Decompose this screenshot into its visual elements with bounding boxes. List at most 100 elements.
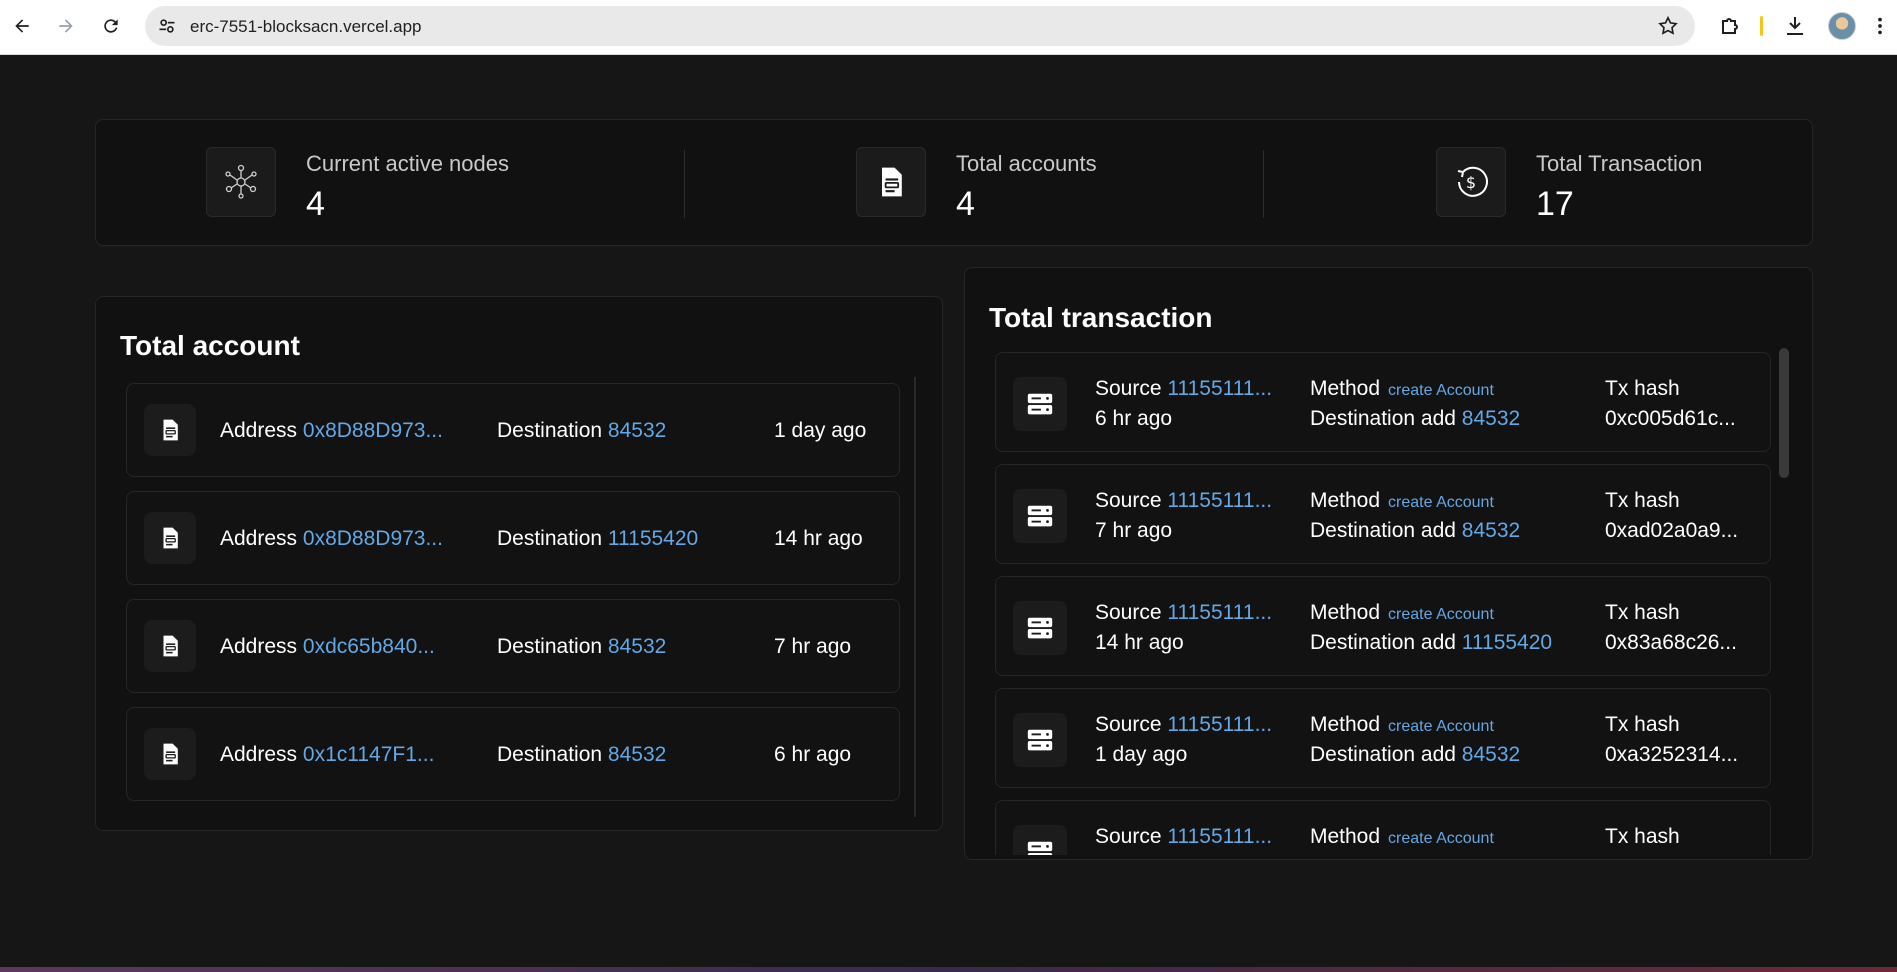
destination-link[interactable]: 84532 <box>1462 407 1520 430</box>
toolbar-divider <box>1760 16 1763 36</box>
menu-button[interactable] <box>1872 13 1888 39</box>
account-time: 6 hr ago <box>774 743 852 766</box>
destination-label: Destination <box>497 635 603 658</box>
bookmark-star-icon[interactable] <box>1657 15 1679 37</box>
address-link[interactable]: 0x1c1147F1... <box>303 743 435 766</box>
tx-source: Source 11155111... <box>1095 713 1272 737</box>
address-bar[interactable]: erc-7551-blocksacn.vercel.app <box>145 6 1695 46</box>
reload-button[interactable] <box>97 12 125 40</box>
transaction-row[interactable]: Source 11155111... 6 hr ago Method create… <box>995 352 1771 452</box>
destination-link[interactable]: 84532 <box>608 635 666 658</box>
tx-time: 7 hr ago <box>1095 519 1173 542</box>
destination-label: Destination add <box>1310 631 1456 654</box>
tx-source: Source 11155111... <box>1095 377 1272 401</box>
source-link[interactable]: 11155111... <box>1167 601 1272 624</box>
tx-destination: Destination add 11155420 <box>1310 631 1552 655</box>
tx-method: Method create Account <box>1310 489 1494 513</box>
source-link[interactable]: 11155111... <box>1167 489 1272 512</box>
source-link[interactable]: 11155111... <box>1167 825 1272 848</box>
destination-link[interactable]: 84532 <box>1462 743 1520 766</box>
transaction-row[interactable]: Source 11155111... 7 hr ago Method create… <box>995 464 1771 564</box>
account-time: 14 hr ago <box>774 527 863 550</box>
tx-source: Source 11155111... <box>1095 825 1272 849</box>
method-label: Method <box>1310 713 1381 736</box>
account-row[interactable]: Address 0x1c1147F1... Destination 84532 … <box>126 707 900 801</box>
site-info-icon[interactable] <box>157 16 177 36</box>
tx-method: Method create Account <box>1310 713 1494 737</box>
tx-destination: Destination add 84532 <box>1310 743 1520 767</box>
source-label: Source <box>1095 713 1162 736</box>
accounts-title: Total account <box>120 330 300 361</box>
extensions-button[interactable] <box>1717 13 1743 39</box>
tx-hash-link[interactable]: 0xc005d61c... <box>1605 407 1736 431</box>
stat-label: Current active nodes <box>306 151 509 176</box>
tx-hash-label: Tx hash <box>1605 825 1680 848</box>
document-icon <box>144 512 196 564</box>
forward-button[interactable] <box>52 12 80 40</box>
account-destination: Destination 84532 <box>497 743 666 767</box>
scrollbar-thumb[interactable] <box>1779 348 1789 478</box>
tx-method: Method create Account <box>1310 377 1494 401</box>
account-destination: Destination 84532 <box>497 635 666 659</box>
source-link[interactable]: 11155111... <box>1167 377 1272 400</box>
source-link[interactable]: 11155111... <box>1167 713 1272 736</box>
source-label: Source <box>1095 825 1162 848</box>
stat-value: 17 <box>1536 185 1574 223</box>
stat-value: 4 <box>306 185 325 223</box>
tx-hash-label: Tx hash <box>1605 377 1680 400</box>
source-label: Source <box>1095 377 1162 400</box>
tx-time: 6 hr ago <box>1095 407 1173 430</box>
profile-avatar[interactable] <box>1828 12 1856 40</box>
account-address: Address 0x1c1147F1... <box>220 743 434 767</box>
account-row[interactable]: Address 0xdc65b840... Destination 84532 … <box>126 599 900 693</box>
account-row[interactable]: Address 0x8D88D973... Destination 111554… <box>126 491 900 585</box>
transactions-list: Source 11155111... 6 hr ago Method create… <box>995 352 1771 855</box>
tx-method: Method create Account <box>1310 825 1494 849</box>
tx-time: 14 hr ago <box>1095 631 1184 654</box>
network-nodes-icon <box>206 147 276 217</box>
transaction-row[interactable]: Source 11155111... 14 hr ago Method creat… <box>995 576 1771 676</box>
tx-hash-label: Tx hash <box>1605 601 1680 624</box>
svg-text:$: $ <box>1466 173 1476 192</box>
tx-hash-link[interactable]: 0x83a68c26... <box>1605 631 1737 655</box>
tx-hash-link[interactable]: 0xad02a0a9... <box>1605 519 1738 543</box>
tx-method: Method create Account <box>1310 601 1494 625</box>
destination-link[interactable]: 11155420 <box>608 527 698 550</box>
transaction-row[interactable]: Source 11155111... 1 day ago Method creat… <box>995 688 1771 788</box>
destination-label: Destination <box>497 419 603 442</box>
method-value: create Account <box>1388 494 1494 511</box>
address-link[interactable]: 0xdc65b840... <box>303 635 435 658</box>
address-label: Address <box>220 743 298 766</box>
destination-label: Destination add <box>1310 407 1456 430</box>
destination-link[interactable]: 84532 <box>608 419 666 442</box>
address-label: Address <box>220 419 298 442</box>
stat-label: Total accounts <box>956 151 1097 176</box>
address-link[interactable]: 0x8D88D973... <box>303 419 443 442</box>
back-button[interactable] <box>8 12 36 40</box>
method-label: Method <box>1310 489 1381 512</box>
browser-toolbar: erc-7551-blocksacn.vercel.app <box>0 0 1897 55</box>
address-link[interactable]: 0x8D88D973... <box>303 527 443 550</box>
destination-link[interactable]: 84532 <box>1462 519 1520 542</box>
method-label: Method <box>1310 825 1381 848</box>
destination-link[interactable]: 11155420 <box>1462 631 1552 654</box>
transaction-row[interactable]: Source 11155111... Method create Account … <box>995 800 1771 855</box>
destination-link[interactable]: 84532 <box>608 743 666 766</box>
server-icon <box>1013 825 1067 855</box>
method-label: Method <box>1310 377 1381 400</box>
stats-card: Current active nodes 4 Total accounts 4 … <box>95 119 1813 246</box>
download-icon <box>1787 17 1803 35</box>
destination-label: Destination add <box>1310 743 1456 766</box>
account-row[interactable]: Address 0x8D88D973... Destination 84532 … <box>126 383 900 477</box>
tx-hash-link[interactable]: 0xa3252314... <box>1605 743 1738 767</box>
url-text[interactable]: erc-7551-blocksacn.vercel.app <box>190 17 422 37</box>
stat-label: Total Transaction <box>1536 151 1703 176</box>
tx-hash-label: Tx hash <box>1605 713 1680 736</box>
method-value: create Account <box>1388 830 1494 847</box>
downloads-button[interactable] <box>1782 13 1808 39</box>
tx-source: Source 11155111... <box>1095 489 1272 513</box>
tx-time: 1 day ago <box>1095 743 1188 766</box>
account-address: Address 0x8D88D973... <box>220 527 443 551</box>
address-label: Address <box>220 527 298 550</box>
scrollbar[interactable] <box>914 377 916 817</box>
